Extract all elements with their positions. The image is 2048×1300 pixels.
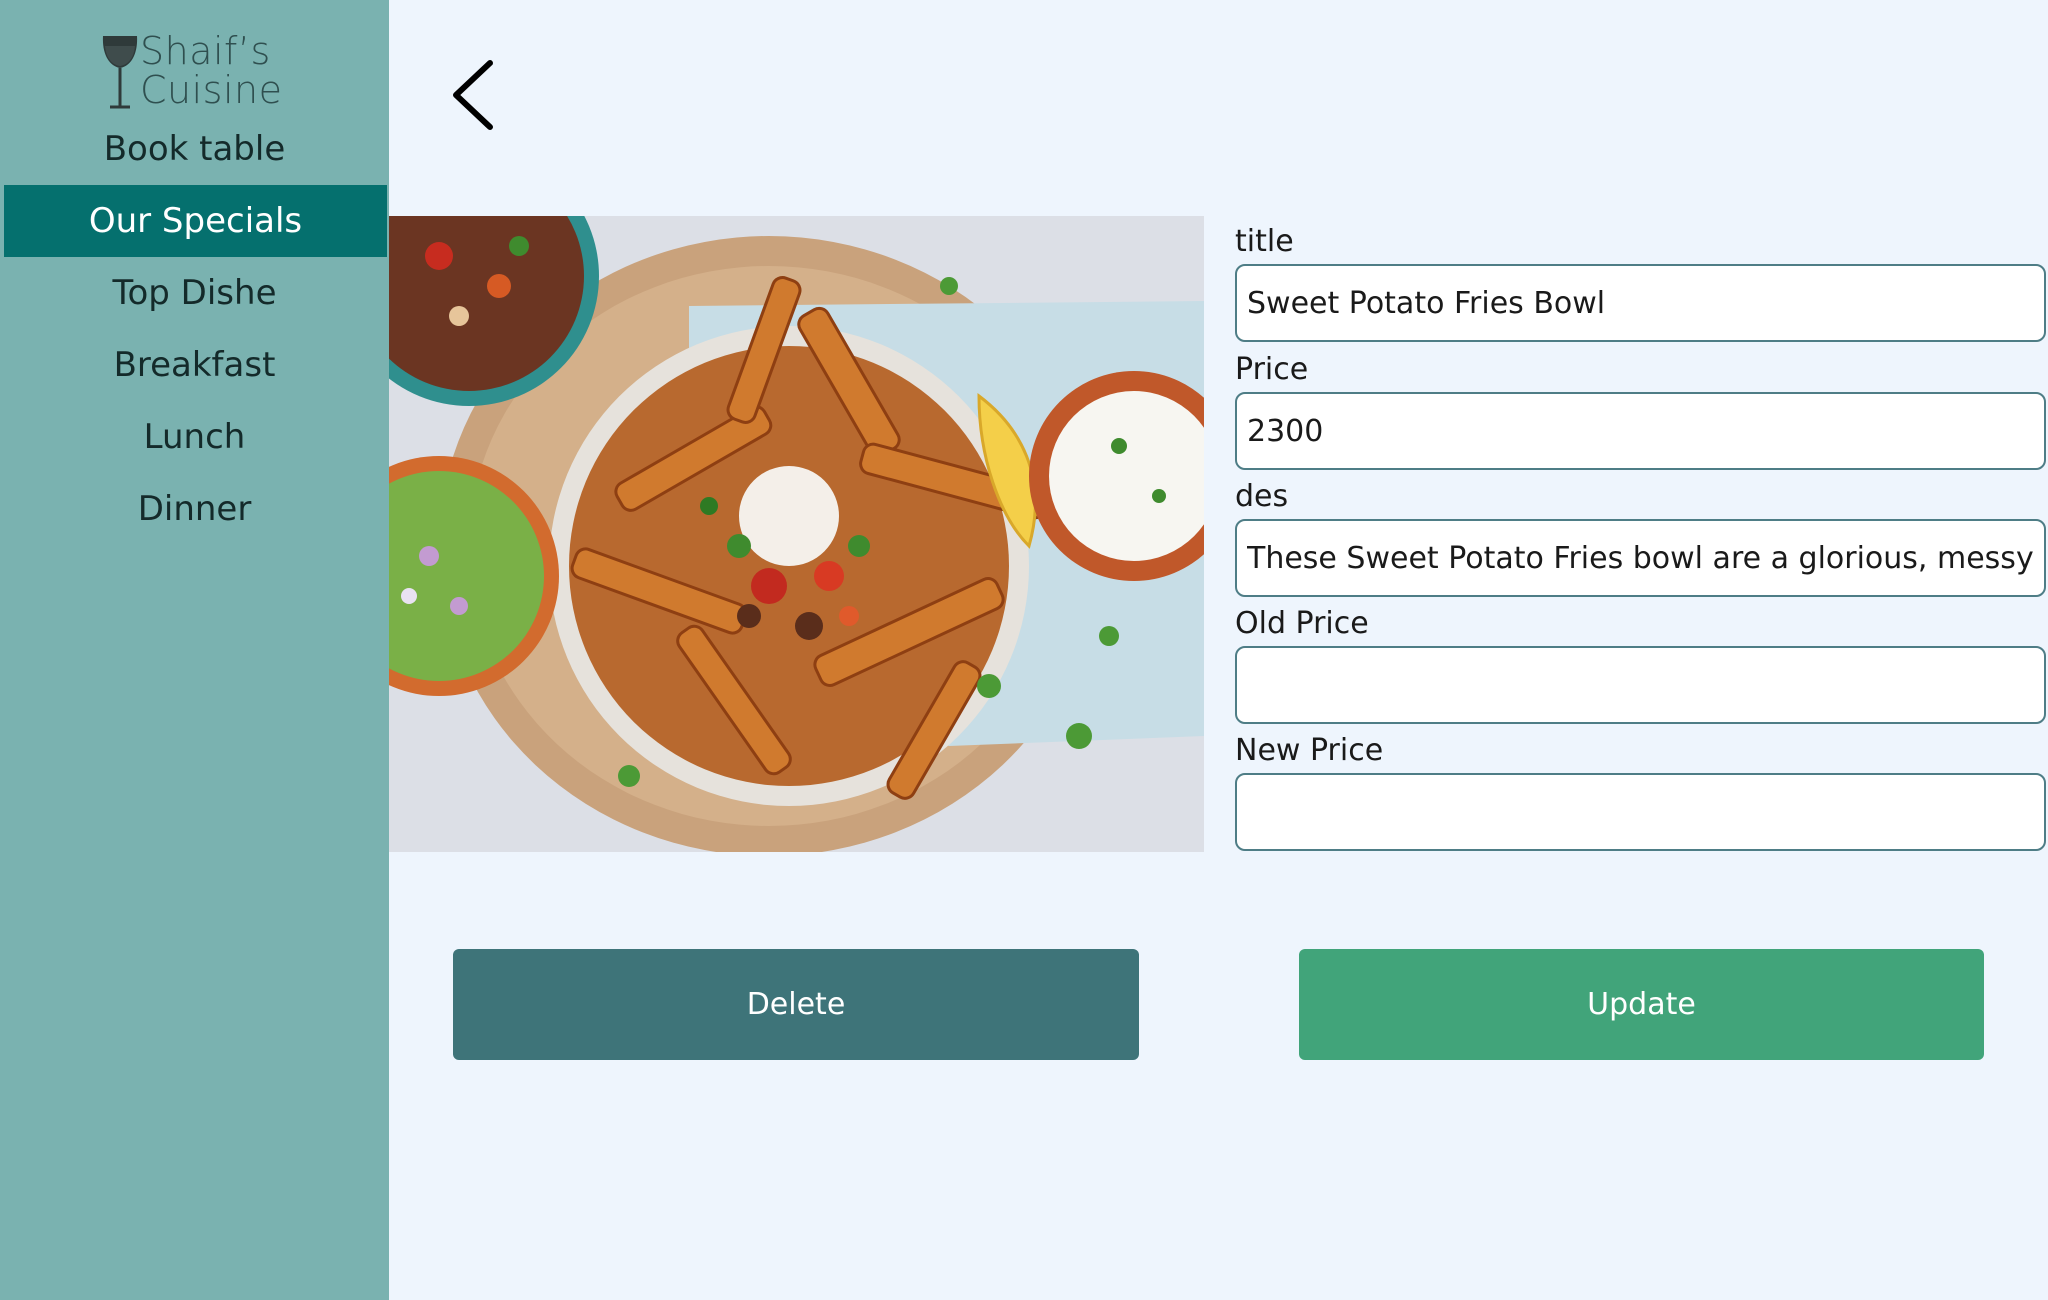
brand-name: Shaif’s Cuisine xyxy=(140,32,283,110)
title-label: title xyxy=(1235,224,1294,259)
sidebar-item-book-table[interactable]: Book table xyxy=(0,113,389,185)
price-label: Price xyxy=(1235,352,1309,387)
delete-button[interactable]: Delete xyxy=(453,949,1139,1060)
new-price-label: New Price xyxy=(1235,733,1384,768)
brand-name-line1: Shaif’s xyxy=(140,29,271,73)
logo[interactable]: Shaif’s Cuisine xyxy=(100,32,300,112)
description-input[interactable] xyxy=(1235,519,2046,597)
title-input[interactable] xyxy=(1235,264,2046,342)
chevron-left-icon xyxy=(453,60,493,130)
des-label: des xyxy=(1235,479,1289,514)
dish-image xyxy=(389,216,1204,852)
sidebar-item-dinner[interactable]: Dinner xyxy=(0,473,389,545)
sidebar-item-top-dishe[interactable]: Top Dishe xyxy=(0,257,389,329)
sidebar-item-our-specials[interactable]: Our Specials xyxy=(4,185,387,257)
update-button[interactable]: Update xyxy=(1299,949,1984,1060)
old-price-label: Old Price xyxy=(1235,606,1369,641)
back-button[interactable] xyxy=(440,55,510,135)
sidebar-item-breakfast[interactable]: Breakfast xyxy=(0,329,389,401)
old-price-input[interactable] xyxy=(1235,646,2046,724)
price-input[interactable] xyxy=(1235,392,2046,470)
dish-illustration xyxy=(389,216,1204,852)
brand-name-line2: Cuisine xyxy=(140,68,283,112)
wine-glass-icon xyxy=(102,36,138,109)
new-price-input[interactable] xyxy=(1235,773,2046,851)
sidebar: Shaif’s Cuisine Book table Our Specials … xyxy=(0,0,389,1300)
sidebar-item-lunch[interactable]: Lunch xyxy=(0,401,389,473)
